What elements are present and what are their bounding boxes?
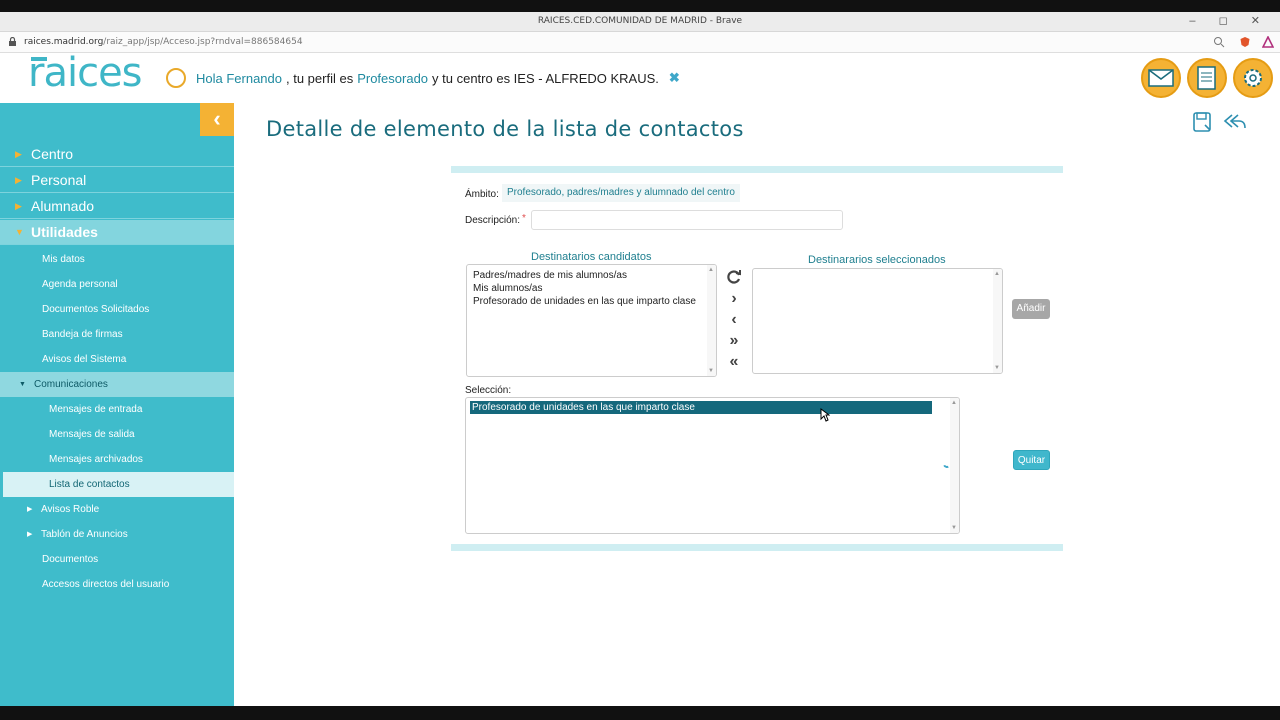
required-mark: * (522, 213, 526, 224)
documents-button[interactable] (1187, 58, 1227, 98)
seleccionados-list[interactable]: ▲ ▼ (752, 268, 1003, 374)
scrollbar[interactable]: ▲ ▼ (950, 398, 959, 533)
window-title: RAICES.CED.COMUNIDAD DE MADRID - Brave (537, 16, 743, 26)
sidebar-item-label: Tablón de Anuncios (41, 529, 128, 540)
sidebar-item-label: Utilidades (31, 224, 98, 240)
sidebar-item-mis-datos[interactable]: Mis datos (0, 247, 234, 272)
url-host: raices.madrid.org (24, 37, 104, 47)
sidebar-item-accesos-directos[interactable]: Accesos directos del usuario (0, 572, 234, 597)
url-path: /raiz_app/jsp/Acceso.jsp?rndval=88658465… (103, 37, 303, 47)
move-all-right-icon[interactable]: » (725, 332, 743, 350)
sidebar-item-bandeja-firmas[interactable]: Bandeja de firmas (0, 322, 234, 347)
lock-icon (9, 37, 16, 46)
brave-rewards-icon[interactable] (1262, 36, 1274, 48)
window-controls[interactable]: – ◻ ✕ (1189, 14, 1270, 27)
back-icon[interactable] (1222, 111, 1248, 133)
sidebar-item-avisos-sistema[interactable]: Avisos del Sistema (0, 347, 234, 372)
list-item[interactable]: Profesorado de unidades en las que impar… (467, 295, 716, 308)
sidebar-item-agenda[interactable]: Agenda personal (0, 272, 234, 297)
raices-logo[interactable]: raices (28, 50, 143, 96)
sidebar: ‹ ▶ Centro ▶ Personal ▶ Alumnado ▼ Utilidade… (0, 103, 234, 706)
selected-list-item[interactable]: Profesorado de unidades en las que impar… (470, 401, 932, 414)
sidebar-item-mensajes-salida[interactable]: Mensajes de salida (3, 422, 234, 447)
descripcion-input[interactable] (531, 210, 843, 230)
sidebar-item-label: Personal (31, 172, 87, 188)
candidatos-title: Destinatarios candidatos (531, 251, 652, 263)
url-text[interactable]: raices.madrid.org/raiz_app/jsp/Acceso.js… (24, 37, 303, 47)
top-actions (1141, 58, 1273, 98)
zoom-icon[interactable] (1213, 36, 1225, 48)
greeting-hello: Hola Fernando (196, 70, 282, 86)
seleccion-label: Selección: (465, 385, 512, 396)
page-actions (1192, 111, 1248, 133)
seleccion-list[interactable]: Profesorado de unidades en las que impar… (465, 397, 960, 534)
greeting: Hola Fernando , tu perfil es Profesorado… (166, 68, 680, 88)
main-content: Detalle de elemento de la lista de conta… (234, 103, 1280, 706)
mouse-cursor-icon (820, 408, 830, 422)
move-all-left-icon[interactable]: « (725, 353, 743, 371)
top-divider (451, 166, 1063, 173)
save-icon[interactable] (1192, 111, 1214, 133)
sidebar-item-utilidades[interactable]: ▼ Utilidades (0, 220, 234, 245)
ambito-value: Profesorado, padres/madres y alumnado de… (502, 184, 740, 202)
sidebar-item-tablon-anuncios[interactable]: ▶ Tablón de Anuncios (0, 522, 234, 547)
sidebar-item-comunicaciones[interactable]: ▼ Comunicaciones (0, 372, 234, 397)
document-icon (1197, 66, 1216, 90)
sidebar-item-personal[interactable]: ▶ Personal (0, 168, 234, 193)
greeting-profile-prefix: , tu perfil es (286, 70, 354, 86)
page-title: Detalle de elemento de la lista de conta… (266, 117, 744, 141)
messages-button[interactable] (1141, 58, 1181, 98)
list-item[interactable]: Mis alumnos/as (467, 282, 716, 295)
address-bar[interactable]: raices.madrid.org/raiz_app/jsp/Acceso.js… (0, 32, 1280, 53)
seleccionados-title: Destinararios seleccionados (808, 254, 946, 266)
settings-button[interactable] (1233, 58, 1273, 98)
brave-shield-icon[interactable] (1239, 36, 1251, 48)
user-icon (166, 68, 186, 88)
scrollbar[interactable]: ▲ ▼ (993, 269, 1002, 373)
sidebar-item-documentos-solicitados[interactable]: Documentos Solicitados (0, 297, 234, 322)
ambito-label: Ámbito: (465, 189, 499, 200)
sidebar-item-label: Avisos Roble (41, 504, 100, 515)
scrollbar[interactable]: ▲ ▼ (707, 265, 716, 376)
greeting-profile: Profesorado (357, 70, 429, 86)
list-item[interactable]: Padres/madres de mis alumnos/as (467, 269, 716, 282)
sidebar-item-label: Alumnado (31, 198, 95, 214)
quitar-button[interactable]: Quitar (1013, 450, 1050, 470)
sidebar-item-mensajes-entrada[interactable]: Mensajes de entrada (3, 397, 234, 422)
sidebar-item-mensajes-archivados[interactable]: Mensajes archivados (3, 447, 234, 472)
anadir-button[interactable]: Añadir (1012, 299, 1050, 319)
sidebar-item-centro[interactable]: ▶ Centro (0, 142, 234, 167)
move-left-icon[interactable]: ‹ (725, 311, 743, 329)
greeting-center: y tu centro es IES - ALFREDO KRAUS. (432, 70, 659, 86)
refresh-icon[interactable] (725, 268, 743, 286)
sidebar-item-lista-contactos[interactable]: Lista de contactos (3, 472, 234, 497)
close-greeting-icon[interactable]: ✖ (669, 70, 680, 86)
sidebar-item-label: Comunicaciones (34, 379, 108, 390)
sidebar-item-alumnado[interactable]: ▶ Alumnado (0, 194, 234, 219)
candidatos-list[interactable]: Padres/madres de mis alumnos/as Mis alum… (466, 264, 717, 377)
sidebar-item-documentos[interactable]: Documentos (0, 547, 234, 572)
app-header: raices Hola Fernando , tu perfil es Prof… (0, 50, 1280, 103)
move-right-icon[interactable]: › (725, 290, 743, 308)
envelope-icon (1148, 69, 1174, 87)
gear-icon (1244, 69, 1262, 87)
window-titlebar: RAICES.CED.COMUNIDAD DE MADRID - Brave –… (0, 12, 1280, 32)
bottom-divider (451, 544, 1063, 551)
descripcion-label: Descripción: (465, 215, 521, 226)
sidebar-item-label: Centro (31, 146, 74, 162)
sidebar-item-avisos-roble[interactable]: ▶ Avisos Roble (0, 497, 234, 522)
collapse-sidebar-button[interactable]: ‹ (200, 103, 234, 136)
